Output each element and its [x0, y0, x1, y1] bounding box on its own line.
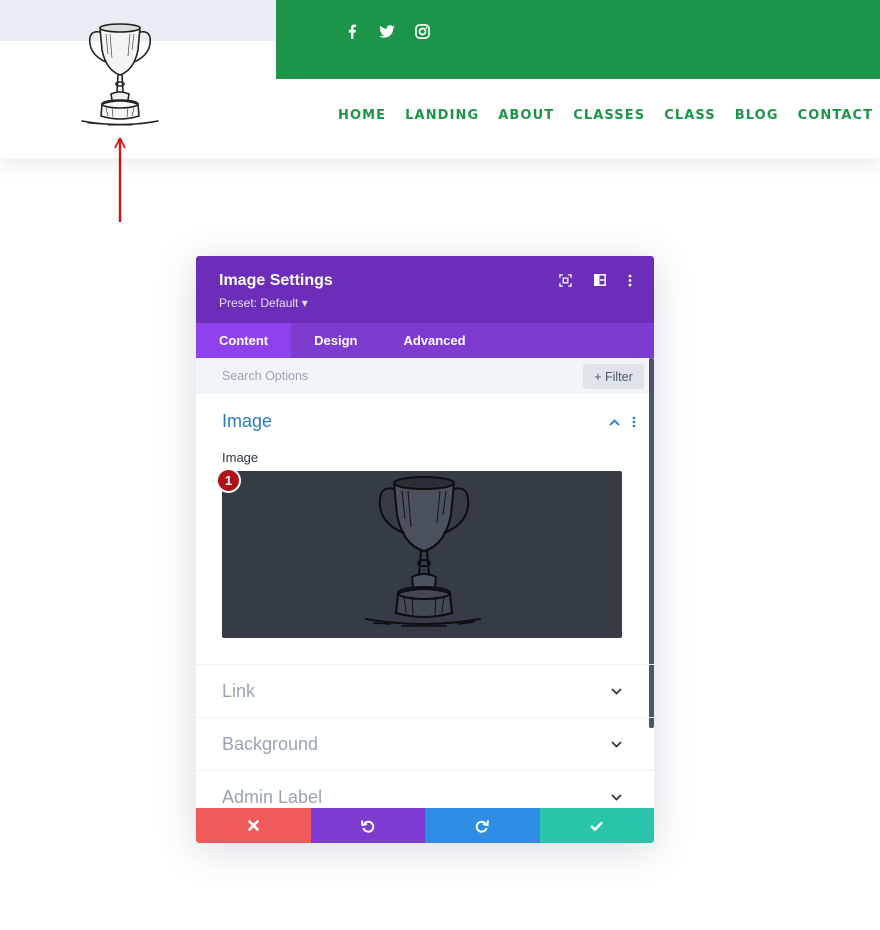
modal-title: Image Settings [219, 272, 333, 289]
preset-dropdown[interactable]: Preset: Default ▾ [219, 296, 308, 310]
nav-contact[interactable]: CONTACT [798, 108, 874, 123]
tab-content[interactable]: Content [196, 323, 292, 358]
chevron-up-icon[interactable] [608, 416, 620, 428]
filter-label: + Filter [594, 369, 633, 384]
nav-classes[interactable]: CLASSES [573, 108, 645, 123]
modal-footer [196, 808, 654, 843]
main-nav: HOME LANDING ABOUT CLASSES CLASS BLOG CO… [338, 108, 873, 123]
site-header: HOME LANDING ABOUT CLASSES CLASS BLOG CO… [0, 0, 880, 158]
image-upload-preview[interactable] [222, 471, 622, 638]
discard-button[interactable] [196, 808, 311, 843]
close-icon [247, 820, 259, 831]
instagram-icon[interactable] [411, 20, 433, 42]
image-section: Image Image 1 [196, 394, 654, 665]
search-row: + Filter [196, 358, 654, 394]
nav-blog[interactable]: BLOG [735, 108, 779, 123]
step-badge: 1 [216, 468, 241, 493]
nav-class[interactable]: CLASS [664, 108, 716, 123]
tab-advanced[interactable]: Advanced [380, 323, 488, 358]
save-button[interactable] [539, 808, 654, 843]
trophy-logo[interactable] [78, 20, 162, 130]
tab-design[interactable]: Design [291, 323, 380, 358]
admin-label-section-title: Admin Label [222, 787, 323, 807]
chevron-down-icon [610, 792, 622, 802]
redo-icon [475, 819, 490, 833]
filter-button[interactable]: + Filter [583, 364, 644, 389]
link-section-title: Link [222, 681, 256, 701]
chevron-down-icon [610, 686, 622, 696]
modal-header: Image Settings Preset: Default ▾ [196, 256, 654, 323]
page: HOME LANDING ABOUT CLASSES CLASS BLOG CO… [0, 0, 880, 930]
link-section[interactable]: Link [196, 665, 654, 718]
check-icon [590, 821, 604, 831]
columns-icon[interactable] [593, 273, 607, 287]
focus-icon[interactable] [558, 273, 572, 287]
annotation-arrow-icon [114, 137, 126, 222]
nav-landing[interactable]: LANDING [405, 108, 479, 123]
undo-button[interactable] [310, 808, 425, 843]
nav-home[interactable]: HOME [338, 108, 386, 123]
nav-about[interactable]: ABOUT [498, 108, 554, 123]
more-vertical-icon[interactable] [623, 273, 637, 287]
search-options-input[interactable] [196, 358, 576, 394]
image-section-title[interactable]: Image [222, 411, 272, 432]
twitter-icon[interactable] [376, 20, 398, 42]
facebook-icon[interactable] [341, 20, 363, 42]
trophy-image [365, 476, 481, 627]
chevron-down-icon [610, 739, 622, 749]
settings-tabs: Content Design Advanced [196, 323, 654, 358]
image-settings-modal: Image Settings Preset: Default ▾ Content… [196, 256, 654, 843]
background-section-title: Background [222, 734, 319, 754]
undo-icon [360, 819, 375, 833]
redo-button[interactable] [425, 808, 540, 843]
background-section[interactable]: Background [196, 718, 654, 771]
section-more-icon[interactable] [628, 416, 640, 428]
header-green-bar [276, 0, 880, 79]
image-field-label: Image [222, 450, 259, 465]
